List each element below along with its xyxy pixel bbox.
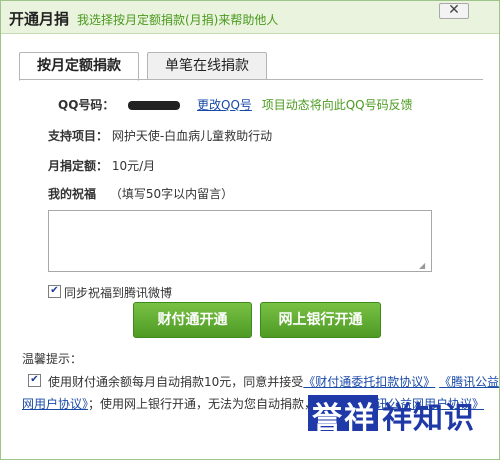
tenpay-agreement-link[interactable]: 《财付通委托扣款协议》	[303, 375, 435, 389]
tab-monthly-donation[interactable]: 按月定额捐款	[19, 52, 139, 81]
watermark-char-2: 祥	[344, 401, 375, 436]
qq-feedback-note: 项目动态将向此QQ号码反馈	[261, 98, 413, 112]
tab-single-donation[interactable]: 单笔在线捐款	[147, 52, 267, 80]
qq-number-masked	[128, 101, 181, 110]
tips-text-1: 使用财付通余额每月自动捐款10元，同意并接受	[48, 375, 304, 389]
blessing-textarea[interactable]	[48, 210, 432, 272]
close-icon: ✕	[448, 2, 460, 18]
project-value: 网护天使-白血病儿童救助行动	[111, 129, 273, 143]
sync-weibo-checkbox[interactable]: ✔	[48, 285, 61, 298]
watermark-logo: 誉 祥 祥知识	[308, 393, 478, 436]
title-bar: 开通月捐 我选择按月定额捐款(月捐)来帮助他人 ✕	[1, 1, 499, 34]
blessing-hint: （填写50字以内留言）	[109, 187, 234, 201]
tenpay-open-button[interactable]: 财付通开通	[133, 302, 252, 338]
qq-label: QQ号码：	[58, 98, 115, 112]
project-row: 支持项目： 网护天使-白血病儿童救助行动	[48, 127, 272, 144]
monthly-label: 月捐定额：	[48, 159, 109, 173]
dialog-subtitle: 我选择按月定额捐款(月捐)来帮助他人	[77, 13, 279, 27]
blessing-label: 我的祝福	[48, 187, 97, 201]
tab-divider	[19, 79, 483, 80]
bank-open-button[interactable]: 网上银行开通	[260, 302, 381, 338]
project-label: 支持项目：	[48, 129, 109, 143]
qq-actions: 更改QQ号 项目动态将向此QQ号码反馈	[197, 96, 413, 113]
watermark-char-1: 誉	[312, 401, 343, 436]
monthly-value: 10元/月	[111, 159, 156, 173]
dialog-title: 开通月捐	[9, 10, 70, 28]
sync-weibo-label: 同步祝福到腾讯微博	[64, 286, 173, 300]
qq-row: QQ号码：	[58, 96, 181, 113]
close-button[interactable]: ✕	[439, 3, 469, 19]
tips-title: 温馨提示：	[22, 352, 83, 366]
resize-grip-icon[interactable]: ◢	[419, 261, 429, 271]
dialog-window: 开通月捐 我选择按月定额捐款(月捐)来帮助他人 ✕ 按月定额捐款 单笔在线捐款 …	[0, 0, 500, 460]
change-qq-link[interactable]: 更改QQ号	[197, 98, 252, 112]
blessing-row: 我的祝福 （填写50字以内留言）	[48, 185, 233, 202]
watermark-text: 祥知识	[382, 401, 475, 436]
monthly-row: 月捐定额： 10元/月	[48, 157, 155, 174]
